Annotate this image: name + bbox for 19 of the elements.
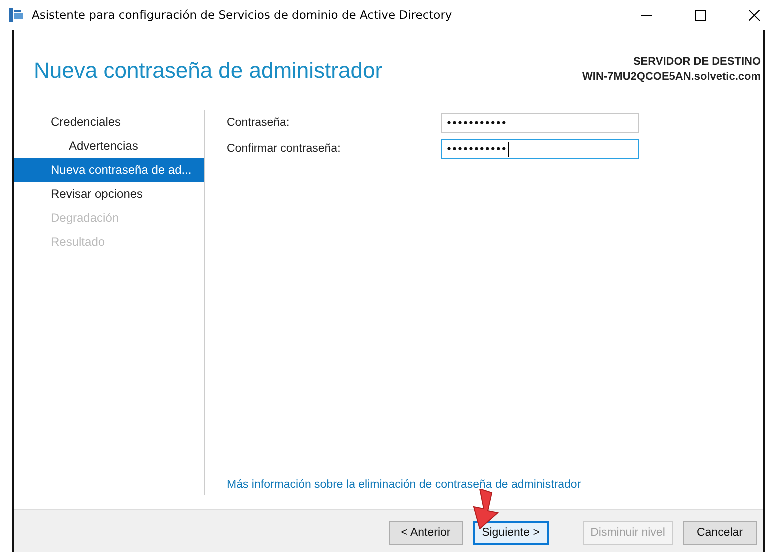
wizard-button[interactable]: Siguiente > [473,521,549,545]
sidebar-item[interactable]: Advertencias [14,134,204,158]
server-icon [8,7,24,23]
field-label: Contraseña: [227,117,291,129]
sidebar-item[interactable]: Nueva contraseña de ad... [14,158,204,182]
password-field[interactable]: ••••••••••• [441,139,639,159]
sidebar-item[interactable]: Credenciales [14,110,204,134]
server-name: WIN-7MU2QCOE5AN.solvetic.com [582,71,761,83]
maximize-icon[interactable] [694,10,706,20]
window-title: Asistente para configuración de Servicios de dominio de Active Directory [32,8,454,22]
wizard-button[interactable]: < Anterior [389,521,463,545]
password-field[interactable]: ••••••••••• [441,113,639,133]
sidebar-item[interactable]: Revisar opciones [14,182,204,206]
close-icon[interactable] [748,10,760,20]
server-label: SERVIDOR DE DESTINO [633,56,761,68]
page-title: Nueva contraseña de administrador [34,58,383,85]
wizard-button[interactable]: Cancelar [683,521,757,545]
field-label: Confirmar contraseña: [227,143,342,155]
help-link[interactable]: Más información sobre la eliminación de contraseña de administrador [227,479,763,491]
